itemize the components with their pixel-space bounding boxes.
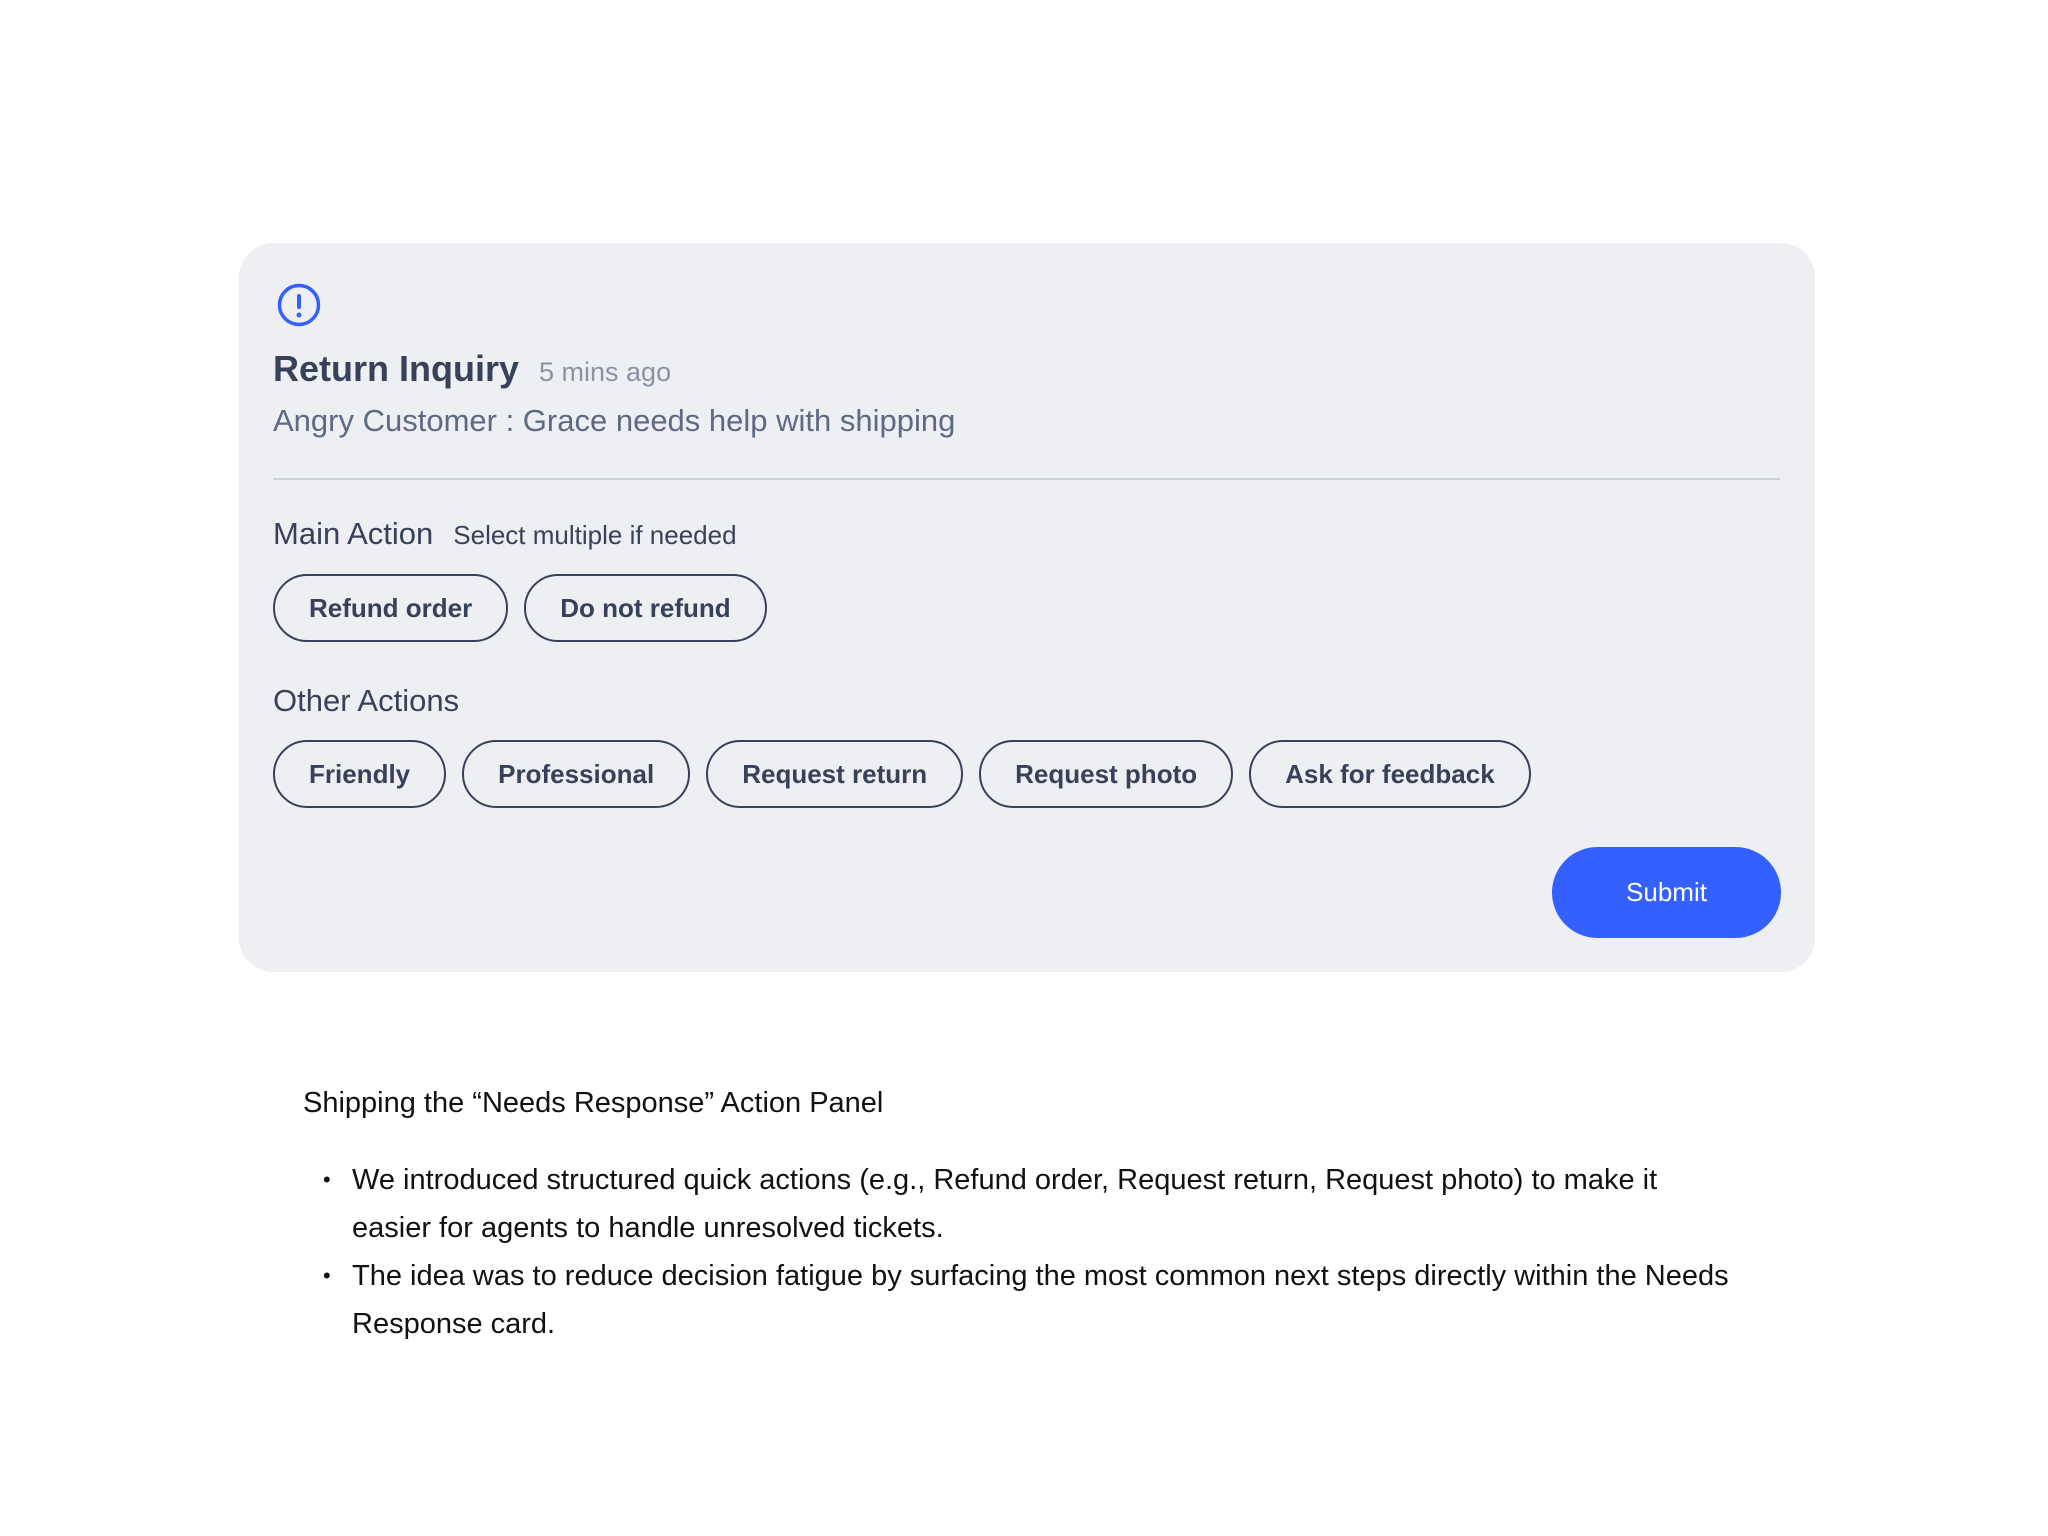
notes-bullet: The idea was to reduce decision fatigue … (303, 1252, 1743, 1348)
notes-list: We introduced structured quick actions (… (303, 1156, 1743, 1348)
ask-for-feedback-chip[interactable]: Ask for feedback (1249, 740, 1531, 808)
main-action-header: Main Action Select multiple if needed (273, 516, 737, 552)
notes-bullet: We introduced structured quick actions (… (303, 1156, 1743, 1252)
card-subtitle: Angry Customer : Grace needs help with s… (273, 403, 956, 438)
release-notes: Shipping the “Needs Response” Action Pan… (303, 1080, 1743, 1348)
friendly-chip[interactable]: Friendly (273, 740, 447, 808)
main-action-chips: Refund order Do not refund (273, 574, 767, 642)
refund-order-chip[interactable]: Refund order (273, 574, 509, 642)
main-action-label: Main Action (273, 516, 434, 551)
do-not-refund-chip[interactable]: Do not refund (524, 574, 767, 642)
card-header: Return Inquiry 5 mins ago (273, 348, 671, 390)
other-actions-header: Other Actions (273, 683, 459, 719)
timestamp: 5 mins ago (539, 357, 672, 387)
main-action-hint: Select multiple if needed (453, 520, 737, 550)
page: Return Inquiry 5 mins ago Angry Customer… (0, 0, 2048, 1536)
request-photo-chip[interactable]: Request photo (979, 740, 1234, 808)
notes-heading: Shipping the “Needs Response” Action Pan… (303, 1087, 884, 1119)
other-actions-label: Other Actions (273, 683, 460, 718)
other-actions-chips: Friendly Professional Request return Req… (273, 740, 1531, 808)
professional-chip[interactable]: Professional (462, 740, 691, 808)
request-return-chip[interactable]: Request return (706, 740, 964, 808)
submit-button[interactable]: Submit (1552, 847, 1781, 938)
divider (273, 478, 1780, 480)
card-title: Return Inquiry (273, 348, 520, 389)
exclamation-circle-icon (276, 282, 322, 328)
